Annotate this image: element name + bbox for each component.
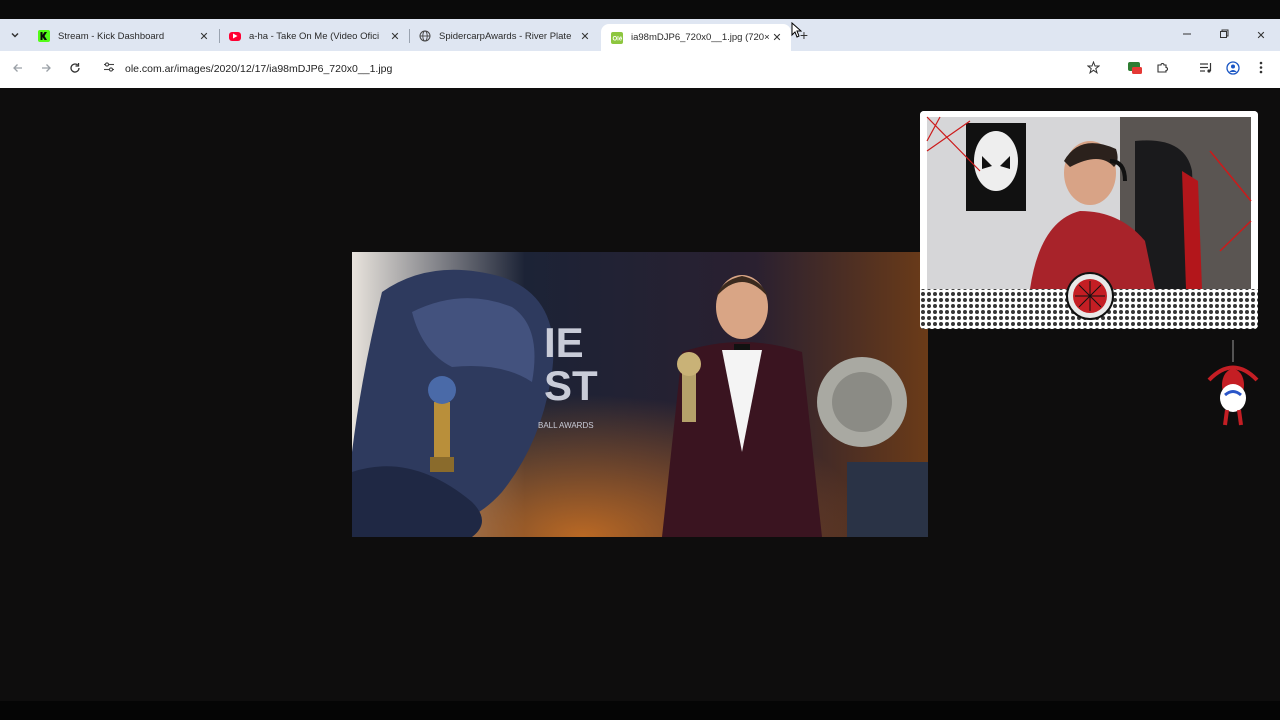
record-extension-icon <box>1127 61 1143 78</box>
close-icon[interactable]: ✕ <box>196 28 212 44</box>
tab-search-button[interactable] <box>6 27 24 45</box>
kick-icon <box>38 30 50 42</box>
forward-button[interactable] <box>37 60 55 78</box>
displayed-image: IE ST BALL AWARDS <box>352 252 928 537</box>
svg-text:ST: ST <box>544 362 598 409</box>
account-circle-icon <box>1226 60 1240 78</box>
spider-badge-icon <box>1065 271 1115 326</box>
menu-button[interactable] <box>1252 60 1270 78</box>
arrow-right-icon <box>40 62 52 77</box>
extension-record-button[interactable] <box>1126 60 1144 78</box>
tab-kick-dashboard[interactable]: Stream - Kick Dashboard ✕ <box>28 24 218 48</box>
site-info-button[interactable] <box>101 61 117 77</box>
address-bar[interactable]: ole.com.ar/images/2020/12/17/ia98mDJP6_7… <box>125 63 392 75</box>
media-queue-icon <box>1199 61 1212 77</box>
media-control-button[interactable] <box>1196 60 1214 78</box>
minimize-icon <box>1182 29 1192 42</box>
ole-icon: Olé <box>611 31 623 44</box>
restore-icon <box>1219 29 1229 42</box>
svg-text:Olé: Olé <box>613 36 623 42</box>
webcam-overlay <box>920 111 1258 329</box>
tab-active-image[interactable]: Olé ia98mDJP6_720x0__1.jpg (720× ✕ <box>601 24 791 51</box>
bookmark-star-button[interactable] <box>1084 60 1102 78</box>
chevron-down-icon <box>10 27 20 45</box>
tab-title: SpidercarpAwards - River Plate <box>439 30 572 42</box>
svg-text:BALL AWARDS: BALL AWARDS <box>538 421 594 430</box>
mouse-cursor-icon <box>791 21 803 43</box>
reload-button[interactable] <box>66 60 84 78</box>
arrow-left-icon <box>12 62 24 77</box>
youtube-icon <box>229 31 241 41</box>
hanging-spider-icon <box>1205 340 1261 430</box>
tab-title: ia98mDJP6_720x0__1.jpg (720× <box>631 32 769 43</box>
minimize-button[interactable] <box>1178 26 1196 44</box>
extensions-button[interactable] <box>1153 60 1171 78</box>
close-icon[interactable]: ✕ <box>769 30 785 46</box>
tab-aha-take-on-me[interactable]: a-ha - Take On Me (Video Ofici ✕ <box>219 24 409 48</box>
more-vert-icon <box>1259 61 1263 77</box>
back-button[interactable] <box>9 60 27 78</box>
top-bar <box>0 0 1280 19</box>
close-icon[interactable]: ✕ <box>577 28 593 44</box>
globe-icon <box>419 30 431 42</box>
star-icon <box>1086 60 1100 77</box>
reload-icon <box>69 62 81 77</box>
tab-title: Stream - Kick Dashboard <box>58 30 165 42</box>
close-window-button[interactable]: ✕ <box>1252 26 1270 44</box>
bottom-bar <box>0 701 1280 720</box>
profile-button[interactable] <box>1224 60 1242 78</box>
tune-icon <box>103 60 115 78</box>
svg-text:IE: IE <box>544 319 584 366</box>
tab-title: a-ha - Take On Me (Video Ofici <box>249 30 380 42</box>
restore-button[interactable] <box>1215 26 1233 44</box>
close-icon: ✕ <box>1256 29 1266 42</box>
close-icon[interactable]: ✕ <box>387 28 403 44</box>
tab-spidercarp-awards[interactable]: SpidercarpAwards - River Plate ✕ <box>409 24 599 48</box>
puzzle-icon <box>1156 61 1169 77</box>
